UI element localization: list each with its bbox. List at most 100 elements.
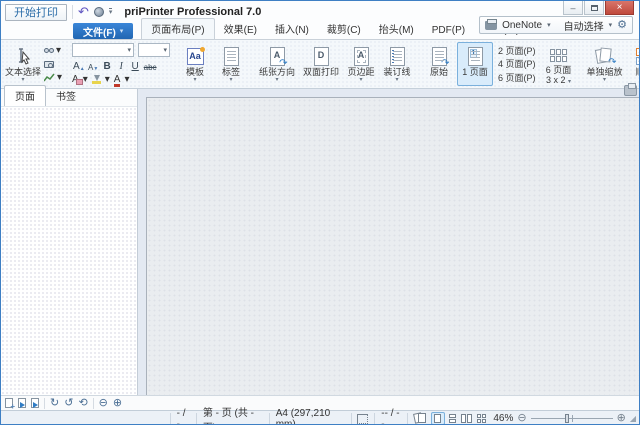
tab-effects[interactable]: 效果(E) <box>215 19 266 39</box>
zoom-out-page-button[interactable]: ⊖ <box>99 397 108 409</box>
individual-zoom-button[interactable]: ↷ 单独缩放 ▾ <box>583 42 627 86</box>
statusbar-separator <box>406 413 408 424</box>
printer-combo-caret-icon[interactable]: ▾ <box>547 21 551 29</box>
italic-button[interactable]: I <box>115 59 128 72</box>
six-pages-grid-button[interactable]: 6 页面 3 x 2 ▾ <box>541 42 577 86</box>
font-color-button[interactable]: A <box>113 74 120 87</box>
zoom-slider-thumb[interactable] <box>565 414 570 423</box>
snapshot-button[interactable] <box>42 58 64 71</box>
sidebar-tab-pages[interactable]: 页面 <box>4 85 46 106</box>
quick-access-circle-icon[interactable] <box>93 7 104 17</box>
file-menu-label: 文件(F) <box>83 27 116 39</box>
rotate-180-button[interactable]: ⟲ <box>78 397 87 409</box>
tabs-button[interactable]: 标签 ▾ <box>213 42 249 86</box>
margins-button[interactable]: A 页边距 ▾ <box>343 42 379 86</box>
selection-tools-column: ▾ ▾ <box>41 42 65 86</box>
dropdown-caret-icon: ▾ <box>124 74 130 85</box>
tab-page-layout[interactable]: 页面布局(P) <box>141 18 215 39</box>
four-pages-button[interactable]: 4 页面(P) <box>495 57 539 70</box>
start-print-button[interactable]: 开始打印 <box>5 3 67 21</box>
dropdown-caret-icon: ▾ <box>395 77 399 83</box>
chart-icon <box>44 73 55 82</box>
ribbon-tab-bar: 文件(F) ▾ 页面布局(P) 效果(E) 插入(N) 裁剪(C) 抬头(M) … <box>1 16 639 39</box>
six-pages-button[interactable]: 6 页面(P) <box>495 71 539 84</box>
underline-button[interactable]: U <box>129 59 142 72</box>
insert-page-before-button[interactable] <box>18 398 26 408</box>
dropdown-caret-icon: ▾ <box>603 77 607 83</box>
paper-combo-caret-icon[interactable]: ▾ <box>609 21 613 29</box>
two-pages-button[interactable]: 2 页面(P) <box>495 44 539 57</box>
dropdown-caret-icon: ▾ <box>104 74 110 85</box>
bold-button[interactable]: B <box>101 59 114 72</box>
tab-letterhead[interactable]: 抬头(M) <box>370 19 423 39</box>
group-text-selection: 文本选择 ▾ ▾ ▾ <box>3 41 67 87</box>
close-button[interactable]: × <box>605 1 634 15</box>
ribbon: 文本选择 ▾ ▾ ▾ ▾ ▾ A ▲ A ▼ B I U abc A ▾ ▾ A… <box>1 39 639 89</box>
maximize-button[interactable] <box>584 1 604 15</box>
dropdown-caret-icon: ▾ <box>359 77 363 83</box>
clear-formatting-button[interactable]: A <box>72 74 83 85</box>
order-icon: 1234 <box>636 47 639 65</box>
order-button[interactable]: 1234 顺序 ▾ <box>627 42 639 86</box>
tab-insert[interactable]: 插入(N) <box>266 19 318 39</box>
continuous-view-button[interactable] <box>446 412 460 424</box>
maximize-icon <box>590 4 598 11</box>
duplex-print-button[interactable]: D 双面打印 <box>299 42 343 86</box>
undo-icon[interactable]: ↶ <box>78 5 89 18</box>
paper-combo-value[interactable]: 自动选择 <box>564 18 604 33</box>
rotate-counterclockwise-button[interactable]: ↺ <box>64 397 73 409</box>
original-icon: ↷ <box>431 46 450 68</box>
tab-crop[interactable]: 裁剪(C) <box>318 19 370 39</box>
file-menu-button[interactable]: 文件(F) ▾ <box>73 23 134 39</box>
one-page-button[interactable]: 1 1 页面 <box>457 42 494 86</box>
sidebar-tab-bookmarks[interactable]: 书签 <box>46 86 86 106</box>
font-size-combo[interactable]: ▾ <box>138 43 171 57</box>
window-title: priPrinter Professional 7.0 <box>124 6 262 18</box>
printer-settings-gear-icon[interactable]: ⚙ <box>617 19 627 31</box>
individual-zoom-icon: ↷ <box>594 47 617 68</box>
measure-button[interactable]: ▾ <box>42 71 64 84</box>
customize-quick-access-icon[interactable]: ▾ <box>108 8 113 16</box>
zoom-slider[interactable] <box>530 412 613 424</box>
font-family-combo[interactable]: ▾ <box>72 43 135 57</box>
printer-combo-value[interactable]: OneNote <box>502 20 542 31</box>
original-layout-button[interactable]: ↷ 原始 <box>421 42 457 86</box>
facing-pages-view-button[interactable] <box>460 412 474 424</box>
add-page-button[interactable] <box>5 398 15 411</box>
shrink-font-button[interactable]: A ▼ <box>87 59 100 72</box>
dropdown-caret-icon: ▾ <box>57 72 63 83</box>
single-page-view-button[interactable] <box>430 412 445 424</box>
rotate-clockwise-button[interactable]: ↻ <box>50 397 59 409</box>
zoom-in-page-button[interactable]: ⊕ <box>113 397 122 409</box>
text-selection-button[interactable]: 文本选择 ▾ <box>5 42 41 86</box>
zoom-in-button[interactable]: ⊕ <box>617 413 626 424</box>
statusbar-separator <box>169 413 171 424</box>
crop-indicator-icon[interactable] <box>357 413 369 424</box>
zoom-percentage: 46% <box>493 413 514 424</box>
page-thumbnails-area[interactable] <box>1 107 137 395</box>
group-page-setup: A ↷ 纸张方向 ▾ D 双面打印 A 页边距 ▾ 装订线 ▾ <box>253 41 417 87</box>
grow-font-button[interactable]: A ▲ <box>72 59 86 72</box>
document-preview-canvas[interactable] <box>146 97 639 395</box>
dropdown-caret-icon: ▾ <box>56 45 62 56</box>
margins-icon: A <box>353 46 369 66</box>
sidebar-panel: 页面 书签 <box>1 85 138 395</box>
orientation-icon: A ↷ <box>269 46 288 68</box>
tab-pdf[interactable]: PDF(P) <box>423 23 474 39</box>
strikethrough-button[interactable]: abc <box>143 59 158 72</box>
grid-view-button[interactable] <box>475 412 489 424</box>
zoom-out-button[interactable]: ⊖ <box>517 413 526 424</box>
preview-printer-icon[interactable] <box>624 83 637 96</box>
multi-page-view-icon[interactable] <box>412 412 426 424</box>
dropdown-caret-icon: ▾ <box>193 77 197 83</box>
template-button[interactable]: Aa 模板 ▾ <box>177 42 213 86</box>
paper-orientation-button[interactable]: A ↷ 纸张方向 ▾ <box>255 42 299 86</box>
group-zoom-order: ↷ 单独缩放 ▾ 1234 顺序 ▾ <box>581 41 639 87</box>
find-button[interactable]: ▾ <box>42 44 64 57</box>
minimize-button[interactable]: – <box>563 1 583 15</box>
insert-page-after-button[interactable] <box>31 398 39 408</box>
resize-grip[interactable]: ◢ <box>630 414 636 423</box>
gutter-button[interactable]: 装订线 ▾ <box>379 42 415 86</box>
highlight-color-button[interactable] <box>91 75 101 84</box>
statusbar-separator <box>350 413 352 424</box>
